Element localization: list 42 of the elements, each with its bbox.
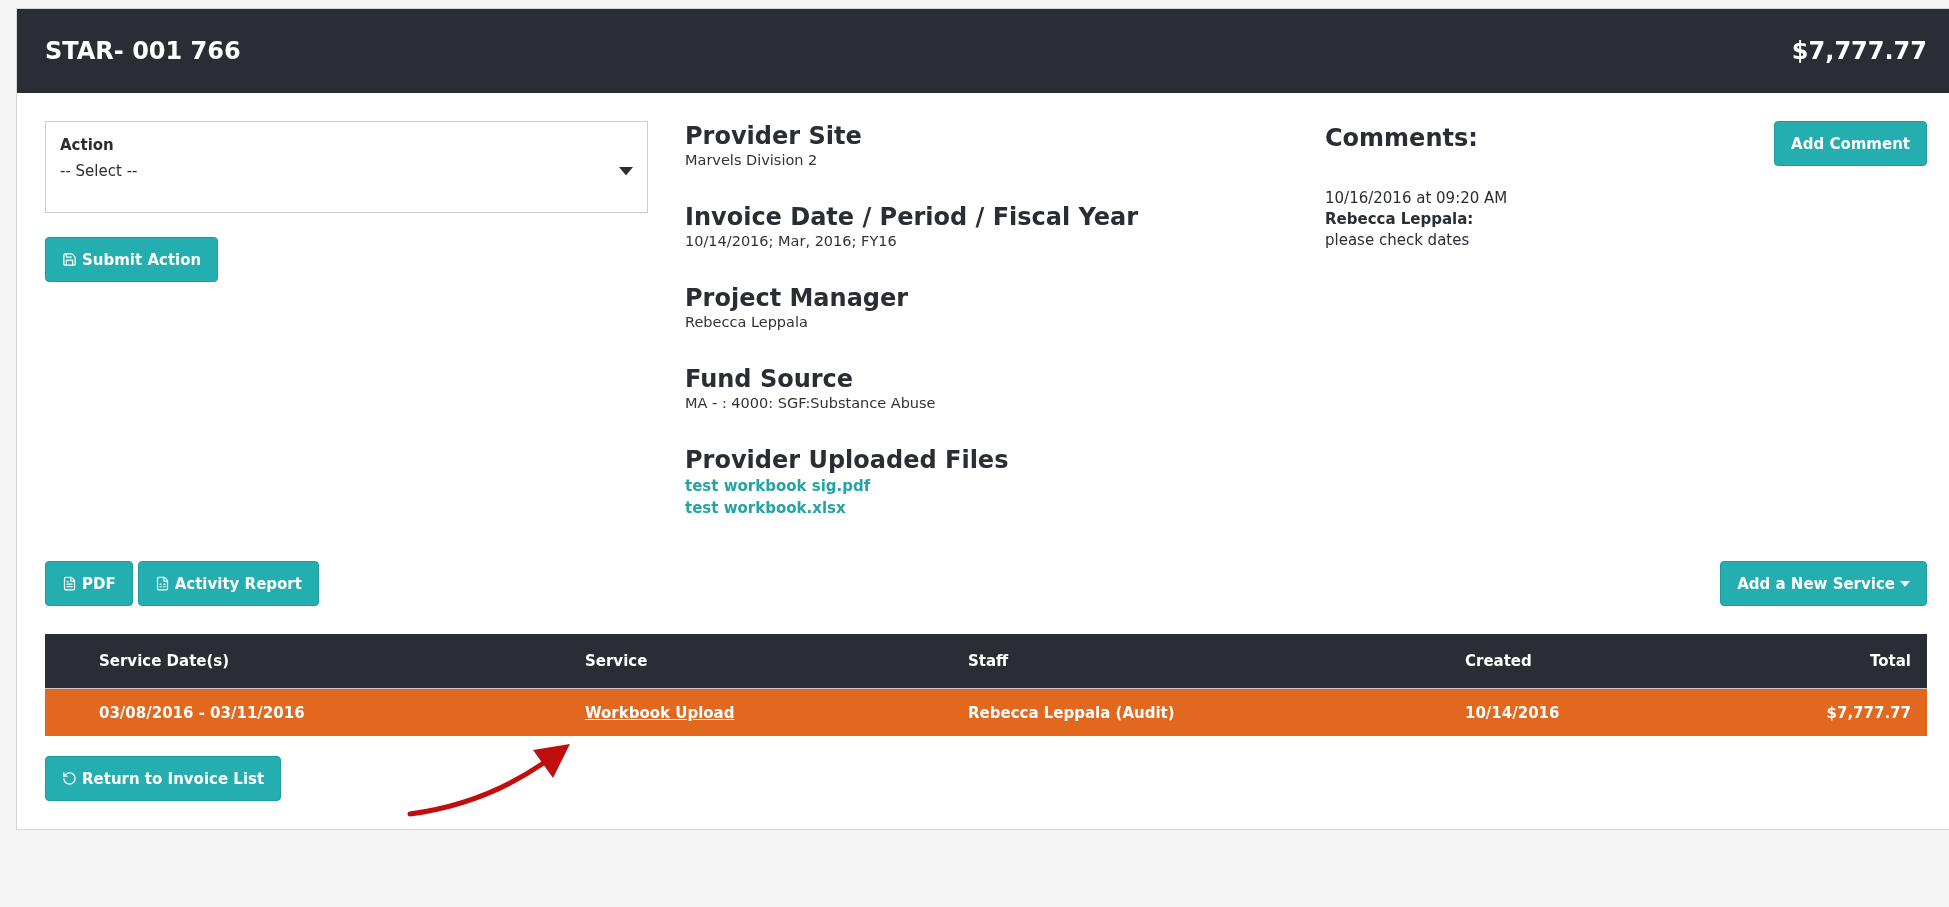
section-heading: Project Manager xyxy=(685,283,909,313)
add-comment-button[interactable]: Add Comment xyxy=(1774,121,1927,166)
comments-heading: Comments: xyxy=(1325,123,1478,153)
table-cell: $7,777.77 xyxy=(1669,689,1927,736)
comment-author: Rebecca Leppala: xyxy=(1325,209,1475,230)
column-header: Total xyxy=(1669,634,1927,689)
add-service-button[interactable]: Add a New Service xyxy=(1720,561,1927,606)
section-heading: Provider Uploaded Files xyxy=(685,445,1009,475)
section-value: MA - : 4000: SGF:Substance Abuse xyxy=(685,394,936,413)
section-heading: Invoice Date / Period / Fiscal Year xyxy=(685,202,1139,232)
select-value: -- Select -- xyxy=(60,162,138,180)
file-link[interactable]: test workbook sig.pdf xyxy=(685,475,871,497)
section-value: Marvels Division 2 xyxy=(685,151,818,170)
column-header: Service xyxy=(531,634,914,689)
service-link[interactable]: Workbook Upload xyxy=(585,703,735,722)
column-header: Staff xyxy=(914,634,1411,689)
file-link[interactable]: test workbook.xlsx xyxy=(685,497,846,519)
save-icon xyxy=(62,252,77,267)
document-icon xyxy=(62,576,77,591)
invoice-number: STAR- 001 766 xyxy=(45,37,241,65)
column-header: Created xyxy=(1411,634,1669,689)
caret-icon xyxy=(619,166,633,176)
pdf-button[interactable]: PDF xyxy=(45,561,133,606)
invoice-total: $7,777.77 xyxy=(1791,37,1927,65)
action-select[interactable]: Action -- Select -- xyxy=(45,121,648,213)
section-value: 10/14/2016; Mar, 2016; FY16 xyxy=(685,232,897,251)
caret-icon xyxy=(1900,580,1910,587)
submit-action-button[interactable]: Submit Action xyxy=(45,237,219,282)
table-cell: 03/08/2016 - 03/11/2016 xyxy=(45,689,531,736)
spreadsheet-icon xyxy=(154,576,170,591)
section-heading: Fund Source xyxy=(685,364,854,394)
comment-time: 10/16/2016 at 09:20 AM xyxy=(1325,188,1508,209)
column-header: Service Date(s) xyxy=(45,634,531,689)
section-value: Rebecca Leppala xyxy=(685,313,808,332)
comment-text: please check dates xyxy=(1325,230,1471,251)
table-cell: 10/14/2016 xyxy=(1411,689,1669,736)
table-cell: Rebecca Leppala (Audit) xyxy=(914,689,1411,736)
return-button[interactable]: Return to Invoice List xyxy=(45,756,282,801)
field-label: Action xyxy=(60,136,115,154)
undo-icon xyxy=(62,771,77,786)
activity-report-button[interactable]: Activity Report xyxy=(137,561,319,606)
section-heading: Provider Site xyxy=(685,121,862,151)
